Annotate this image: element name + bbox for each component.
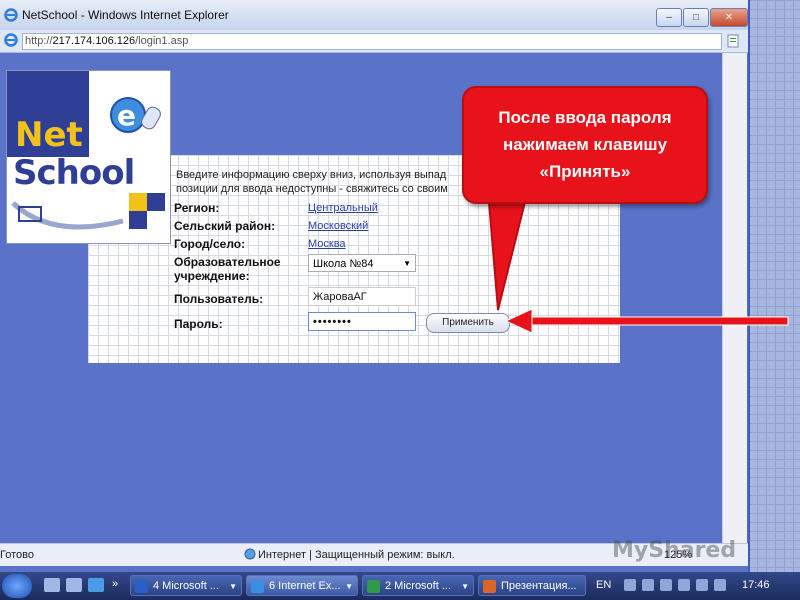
ie-icon bbox=[4, 8, 18, 25]
page-icon[interactable] bbox=[726, 34, 740, 51]
slide-background bbox=[748, 0, 800, 575]
url-host: 217.174.106.126 bbox=[52, 35, 136, 47]
instruction-line: Введите информацию сверху вниз, использу… bbox=[176, 169, 447, 181]
clock[interactable]: 17:46 bbox=[742, 579, 770, 591]
globe-icon bbox=[244, 548, 256, 563]
volume-icon[interactable] bbox=[696, 579, 708, 591]
logo-blue-square bbox=[147, 193, 165, 211]
region-label: Регион: bbox=[174, 201, 220, 215]
ie-quicklaunch-icon[interactable] bbox=[88, 578, 104, 592]
status-ready: Готово bbox=[0, 549, 34, 561]
taskbar: » 4 Microsoft ... ▼ 6 Internet Ex... ▼ 2… bbox=[0, 572, 800, 600]
district-label: Сельский район: bbox=[174, 219, 276, 233]
logo-school-text: School bbox=[13, 153, 135, 193]
task-label: 2 Microsoft ... bbox=[385, 580, 452, 592]
ie-icon bbox=[4, 33, 18, 50]
task-label: 4 Microsoft ... bbox=[153, 580, 220, 592]
city-link[interactable]: Москва bbox=[308, 238, 346, 250]
quicklaunch-more-icon[interactable]: » bbox=[112, 578, 118, 590]
logo-net-text: Net bbox=[15, 115, 83, 155]
logo-blue-square bbox=[129, 211, 147, 229]
e-mouse-icon: e bbox=[104, 89, 164, 148]
city-label: Город/село: bbox=[174, 237, 246, 251]
tray-icon[interactable] bbox=[660, 579, 672, 591]
show-desktop-icon[interactable] bbox=[44, 578, 60, 592]
excel-icon bbox=[367, 580, 380, 593]
task-ie[interactable]: 6 Internet Ex... ▼ bbox=[246, 575, 358, 596]
task-powerpoint[interactable]: Презентация... bbox=[478, 575, 586, 596]
school-label-line2: учреждение: bbox=[174, 269, 250, 283]
school-select[interactable]: Школа №84 ▼ bbox=[308, 254, 416, 272]
instruction-line: позиции для ввода недоступны - свяжитесь… bbox=[176, 183, 448, 195]
tray-icon[interactable] bbox=[642, 579, 654, 591]
password-field[interactable]: •••••••• bbox=[308, 312, 416, 331]
task-word[interactable]: 4 Microsoft ... ▼ bbox=[130, 575, 242, 596]
task-label: Презентация... bbox=[501, 580, 577, 592]
status-zone: Интернет | Защищенный режим: выкл. bbox=[258, 549, 455, 561]
address-bar: http://217.174.106.126/login1.asp bbox=[0, 30, 748, 53]
vertical-scrollbar[interactable] bbox=[722, 53, 747, 543]
watermark: MyShared bbox=[612, 538, 737, 563]
title-bar: NetSchool - Windows Internet Explorer – … bbox=[0, 0, 748, 31]
task-label: 6 Internet Ex... bbox=[269, 580, 341, 592]
tray-icon[interactable] bbox=[714, 579, 726, 591]
instruction-text: Введите информацию сверху вниз, использу… bbox=[176, 168, 476, 196]
region-link[interactable]: Центральный bbox=[308, 202, 378, 214]
word-icon bbox=[135, 580, 148, 593]
close-button[interactable]: ✕ bbox=[710, 8, 748, 27]
red-arrow bbox=[506, 308, 789, 334]
callout-line: «Принять» bbox=[539, 162, 631, 181]
minimize-button[interactable]: – bbox=[656, 8, 682, 27]
url-field[interactable]: http://217.174.106.126/login1.asp bbox=[22, 33, 722, 50]
url-scheme: http:// bbox=[25, 35, 53, 47]
task-arrow-icon: ▼ bbox=[461, 582, 469, 591]
task-excel[interactable]: 2 Microsoft ... ▼ bbox=[362, 575, 474, 596]
logo-swoosh bbox=[11, 199, 126, 242]
callout-line: После ввода пароля bbox=[498, 108, 672, 127]
district-link[interactable]: Московский bbox=[308, 220, 368, 232]
school-label-line1: Образовательное bbox=[174, 255, 281, 269]
password-label: Пароль: bbox=[174, 317, 223, 331]
task-arrow-icon: ▼ bbox=[345, 582, 353, 591]
callout-line: нажимаем клавишу bbox=[502, 135, 668, 154]
dropdown-arrow-icon: ▼ bbox=[403, 259, 411, 268]
network-icon[interactable] bbox=[678, 579, 690, 591]
accept-button[interactable]: Применить bbox=[426, 313, 510, 333]
svg-text:e: e bbox=[117, 99, 136, 132]
callout-pointer bbox=[486, 190, 530, 311]
powerpoint-icon bbox=[483, 580, 496, 593]
ie-icon bbox=[251, 580, 264, 593]
tray-icon[interactable] bbox=[624, 579, 636, 591]
netschool-logo: Net School e bbox=[6, 70, 171, 244]
window-title: NetSchool - Windows Internet Explorer bbox=[22, 8, 229, 22]
start-button[interactable] bbox=[2, 574, 32, 598]
school-select-value: Школа №84 bbox=[313, 258, 374, 270]
user-label: Пользователь: bbox=[174, 292, 264, 306]
logo-yellow-square bbox=[129, 193, 147, 211]
username-field[interactable]: ЖароваАГ bbox=[308, 287, 416, 306]
maximize-button[interactable]: □ bbox=[683, 8, 709, 27]
task-arrow-icon: ▼ bbox=[229, 582, 237, 591]
callout-box: После ввода пароля нажимаем клавишу «При… bbox=[462, 86, 708, 204]
switch-windows-icon[interactable] bbox=[66, 578, 82, 592]
url-path: /login1.asp bbox=[135, 35, 189, 47]
language-indicator[interactable]: EN bbox=[596, 579, 611, 591]
